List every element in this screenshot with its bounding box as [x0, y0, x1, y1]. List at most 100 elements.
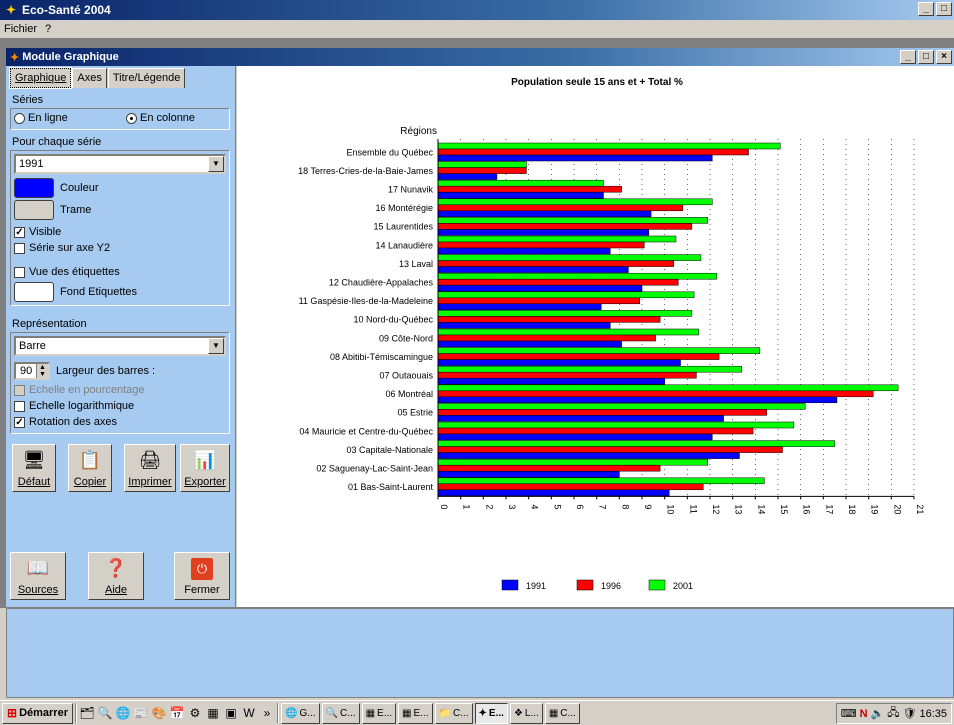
help-button[interactable]: ❓ Aide	[88, 552, 144, 600]
word-icon[interactable]: W	[241, 705, 257, 721]
y2-axis-checkbox[interactable]: Série sur axe Y2	[14, 242, 110, 254]
bar-width-label: Largeur des barres :	[56, 365, 156, 377]
bar-1996	[437, 464, 661, 472]
y-axis-label: Régions	[400, 126, 437, 137]
powerpoint-icon[interactable]: ▣	[223, 705, 239, 721]
bar-1996	[437, 409, 767, 416]
shield-icon[interactable]: 🛡	[903, 707, 917, 720]
bar-1996	[437, 334, 656, 342]
frame-swatch[interactable]	[14, 200, 54, 220]
app-titlebar: ✦ Eco-Santé 2004 _ □	[0, 0, 954, 20]
export-button[interactable]: 📊 Exporter	[180, 444, 230, 492]
x-tick-label: 1	[462, 504, 472, 509]
taskbar-button[interactable]: ▦ E...	[361, 702, 397, 724]
chart-area: Population seule 15 ans et + Total % Rég…	[237, 66, 954, 607]
menu-help[interactable]: ?	[45, 23, 51, 35]
category-label: 07 Outaouais	[379, 371, 433, 381]
system-tray: ⌨ N 🔈 🖧 🛡 16:35	[835, 703, 952, 724]
tab-titre-legende[interactable]: Titre/Légende	[107, 68, 186, 88]
spinner-arrows-icon[interactable]: ▲ ▼	[36, 364, 48, 378]
minimize-button[interactable]: _	[918, 2, 934, 16]
bar-1991	[437, 377, 665, 385]
app-icon: ✦	[478, 707, 487, 719]
child-body: Graphique Axes Titre/Légende Séries En l…	[6, 66, 954, 607]
bar-2001	[437, 421, 795, 429]
bar-1991	[437, 247, 611, 255]
quicklaunch-icon[interactable]: 🔍	[97, 705, 113, 721]
maximize-button[interactable]: □	[936, 2, 952, 16]
ie-icon[interactable]: 🌐	[115, 705, 131, 721]
taskbar-button[interactable]: ▦ C...	[544, 702, 580, 724]
keyboard-icon[interactable]: ⌨	[841, 707, 857, 720]
x-tick-label: 6	[575, 504, 585, 509]
taskbar-button[interactable]: 🌐 G...	[280, 702, 320, 724]
radio-en-colonne[interactable]: En colonne	[126, 112, 195, 124]
taskbar-button[interactable]: 📁 C...	[434, 702, 473, 724]
bar-1996	[437, 353, 720, 360]
bar-2001	[437, 310, 693, 317]
pct-scale-checkbox[interactable]: Echelle en pourcentage	[14, 384, 145, 396]
category-label: 09 Côte-Nord	[379, 333, 433, 343]
taskbar-button[interactable]: ▦ E...	[398, 702, 433, 724]
bar-2001	[437, 217, 708, 224]
radio-en-ligne[interactable]: En ligne	[14, 112, 68, 124]
label-bg-label: Fond Etiquettes	[60, 286, 138, 298]
menu-fichier[interactable]: Fichier	[4, 23, 37, 35]
color-swatch[interactable]	[14, 178, 54, 198]
legend-swatch-1991	[501, 579, 519, 591]
quicklaunch-icon[interactable]: 📰	[133, 705, 149, 721]
label-bg-swatch[interactable]	[14, 282, 54, 302]
bar-chart: Population seule 15 ans et + Total % Rég…	[298, 77, 925, 591]
log-scale-checkbox[interactable]: Echelle logarithmique	[14, 400, 134, 412]
x-tick-label: 11	[688, 504, 698, 513]
norton-icon[interactable]: N	[860, 708, 868, 720]
visible-checkbox[interactable]: ✓ Visible	[14, 226, 61, 238]
help-icon: ❓	[104, 557, 128, 578]
axis-rotation-checkbox[interactable]: ✓ Rotation des axes	[14, 416, 117, 428]
taskbar-button-active[interactable]: ✦ E...	[474, 702, 508, 724]
category-label: 12 Chaudière-Appalaches	[329, 278, 434, 288]
bar-1996	[437, 148, 749, 156]
bar-width-spinner[interactable]: 90 ▲ ▼	[14, 362, 50, 380]
speaker-icon[interactable]: 🔈	[871, 707, 885, 720]
app-icon: ▦	[365, 707, 376, 719]
child-title: Module Graphique	[22, 51, 119, 63]
bar-2001	[437, 272, 718, 280]
clock: 16:35	[919, 707, 947, 720]
print-button[interactable]: 🖨 Imprimer	[124, 444, 176, 492]
bar-1996	[437, 446, 783, 453]
bar-1991	[437, 322, 611, 329]
quicklaunch-icon[interactable]: 🎨	[151, 705, 167, 721]
bar-1991	[437, 340, 622, 348]
quicklaunch-icon[interactable]: ⚙	[187, 705, 203, 721]
x-tick-label: 17	[824, 504, 834, 514]
options-panel: Graphique Axes Titre/Légende Séries En l…	[6, 66, 236, 607]
taskbar-button[interactable]: 🔍 C...	[321, 702, 360, 724]
excel-icon[interactable]: ▦	[205, 705, 221, 721]
more-chevron-icon[interactable]: »	[259, 705, 275, 721]
tab-axes[interactable]: Axes	[72, 68, 107, 88]
representation-select[interactable]: Barre ▼	[14, 336, 226, 356]
sources-button[interactable]: 📖 Sources	[10, 552, 66, 600]
taskbar-button[interactable]: ❖ L...	[509, 702, 543, 724]
child-minimize-button[interactable]: _	[900, 50, 916, 64]
bar-2001	[437, 384, 899, 392]
bar-2001	[437, 328, 699, 336]
copy-button[interactable]: 📋 Copier	[68, 444, 112, 492]
series-select[interactable]: 1991 ▼	[14, 154, 226, 174]
child-restore-button[interactable]: □	[918, 50, 934, 64]
tab-graphique[interactable]: Graphique	[8, 67, 73, 89]
category-label: 01 Bas-Saint-Laurent	[348, 482, 434, 492]
quicklaunch-icon[interactable]: 📅	[169, 705, 185, 721]
bar-2001	[437, 347, 761, 354]
network-icon[interactable]: 🖧	[887, 704, 899, 723]
bar-2001	[437, 235, 677, 243]
close-button[interactable]: ⏻ Fermer	[174, 552, 230, 600]
quicklaunch-icon[interactable]: 🗂	[79, 705, 95, 721]
default-button[interactable]: 🖥 Défaut	[12, 444, 56, 492]
bar-2001	[437, 161, 527, 168]
start-button[interactable]: ⊞ Démarrer	[2, 702, 73, 724]
child-close-button[interactable]: ×	[936, 50, 952, 64]
show-labels-checkbox[interactable]: Vue des étiquettes	[14, 266, 120, 278]
bar-1991	[437, 433, 713, 441]
